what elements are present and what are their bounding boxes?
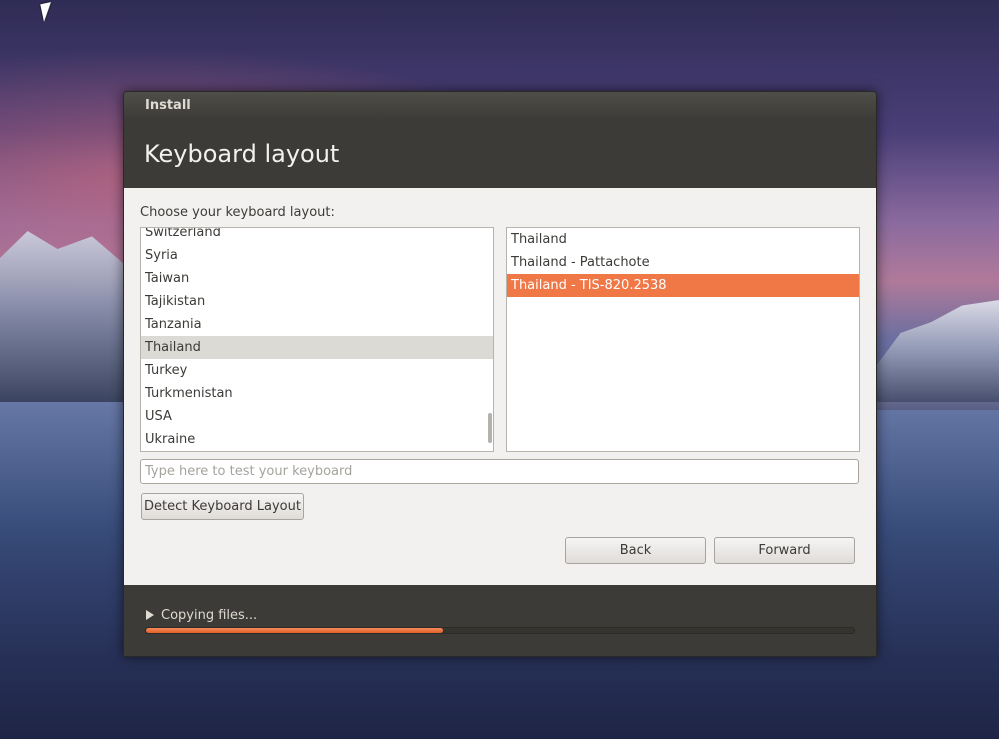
country-list-item[interactable]: USA [141,405,493,428]
detect-keyboard-layout-button[interactable]: Detect Keyboard Layout [141,493,304,520]
window-title: Install [124,92,876,120]
country-list[interactable]: Switzerland Syria Taiwan Tajikistan Tanzania… [140,227,494,452]
forward-button[interactable]: Forward [714,537,855,564]
mouse-pointer-icon [40,2,55,22]
country-list-rows: Switzerland Syria Taiwan Tajikistan Tanzania… [141,228,493,452]
country-list-item[interactable]: Syria [141,244,493,267]
page-title: Keyboard layout [124,120,876,188]
desktop-mountain-right [876,300,999,410]
variant-list-item[interactable]: Thailand [507,228,859,251]
country-list-item[interactable]: Thailand [141,336,493,359]
variant-list-item[interactable]: Thailand - TIS-820.2538 [507,274,859,297]
country-list-item[interactable]: Switzerland [141,228,493,244]
country-list-item[interactable]: Ukraine [141,428,493,451]
back-button[interactable]: Back [565,537,706,564]
scrollbar-thumb[interactable] [488,413,492,443]
triangle-right-icon [146,610,154,620]
variant-list-rows: Thailand Thailand - Pattachote Thailand - … [507,228,859,297]
country-list-item[interactable]: Taiwan [141,267,493,290]
content-area: Choose your keyboard layout: Switzerland… [124,188,876,585]
progress-footer: Copying files... [124,585,876,656]
country-list-item[interactable]: Tanzania [141,313,493,336]
progress-status: Copying files... [161,608,258,623]
country-list-scrollbar[interactable] [487,228,493,451]
progress-bar [145,627,855,634]
progress-expander[interactable]: Copying files... [146,608,257,623]
installer-window: Install Keyboard layout Choose your keyb… [123,91,877,657]
layout-prompt: Choose your keyboard layout: [140,205,335,220]
keyboard-test-input[interactable] [140,459,859,484]
variant-list[interactable]: Thailand Thailand - Pattachote Thailand - … [506,227,860,452]
country-list-item[interactable]: Turkmenistan [141,382,493,405]
country-list-item[interactable]: Tajikistan [141,290,493,313]
country-list-item[interactable]: Turkey [141,359,493,382]
country-list-item[interactable]: United Kingdom [141,451,493,452]
progress-bar-fill [146,628,444,633]
variant-list-item[interactable]: Thailand - Pattachote [507,251,859,274]
